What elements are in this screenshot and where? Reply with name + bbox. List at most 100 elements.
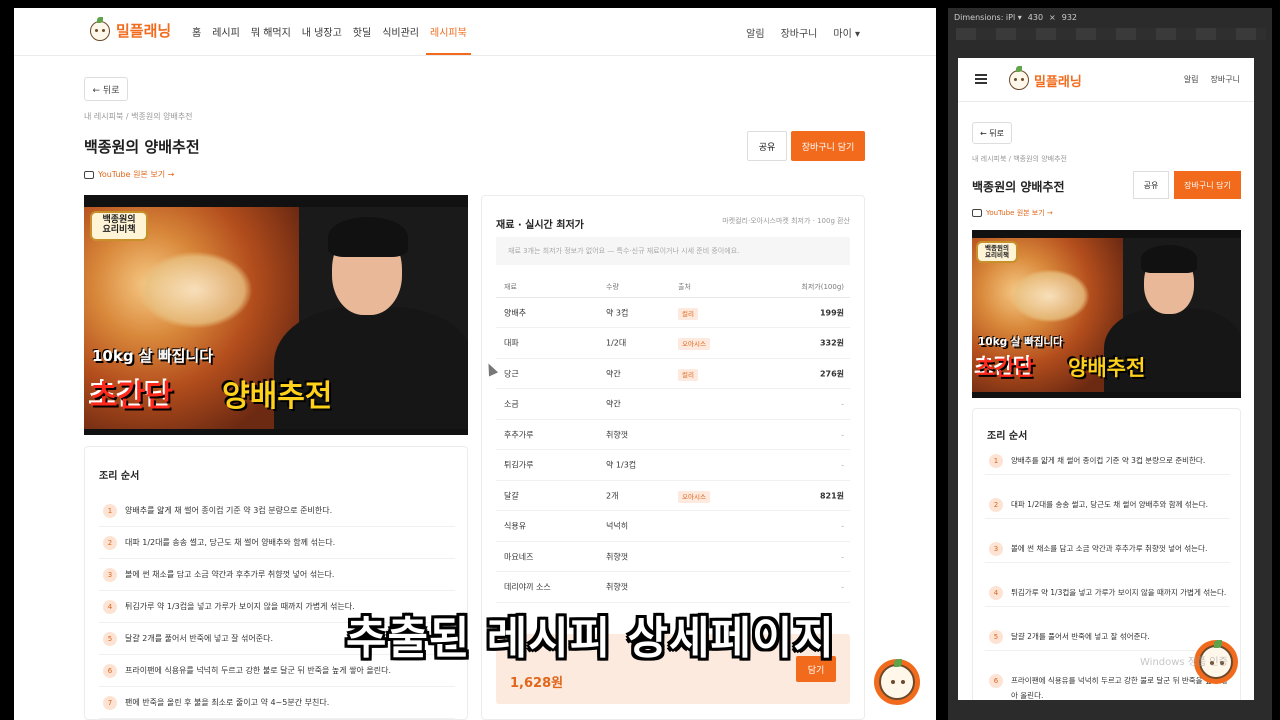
step-text: 달걀 2개를 풀어서 반죽에 넣고 잘 섞어준다. [125, 634, 274, 643]
menu-item-hot-deals[interactable]: 핫딜 [353, 24, 371, 39]
ingredient-row[interactable]: 튀김가루 약 1/3컵 - [496, 451, 850, 481]
height-field[interactable]: 932 [1062, 13, 1077, 22]
ingredient-price: - [841, 399, 844, 409]
mobile-step-text: 양배추를 얇게 채 썰어 종이컵 기준 약 3컵 분량으로 준비한다. [1011, 456, 1206, 465]
main-menu: 홈 레시피 뭐 해먹지 내 냉장고 핫딜 식비관리 레시피북 [192, 24, 471, 55]
mobile-cart-link[interactable]: 장바구니 [1211, 74, 1240, 85]
ingredient-price: - [841, 460, 844, 470]
ingredient-quantity: 취향껏 [606, 552, 629, 561]
ingredient-quantity: 약 3컵 [606, 308, 629, 317]
step-number: 1 [103, 503, 117, 518]
ingredient-row[interactable]: 소금 약간 - [496, 390, 850, 420]
step-number: 7 [103, 695, 117, 710]
mobile-share-button[interactable]: 공유 [1133, 171, 1169, 199]
tv-icon [972, 209, 982, 217]
mobile-nav-right: 알림 장바구니 [1184, 74, 1240, 85]
ingredient-price: - [841, 552, 844, 561]
ingredient-name: 후추가루 [504, 430, 534, 439]
step-number: 2 [103, 535, 117, 550]
mobile-video-thumbnail[interactable]: 백종원의 요리비책 10kg 살 빠집니다 초간단 양배추전 [972, 230, 1241, 398]
ingredient-quantity: 약간 [606, 369, 621, 378]
back-button[interactable]: ← 뒤로 [84, 77, 128, 101]
mobile-youtube-link[interactable]: YouTube 원본 보기 → [972, 208, 1053, 218]
channel-badge: 백종원의 요리비책 [90, 211, 148, 241]
my-menu-dropdown[interactable]: 마이 ▾ [833, 25, 860, 40]
ingredient-row[interactable]: 마요네즈 취향껏 - [496, 542, 850, 572]
ingredient-row[interactable]: 후추가루 취향껏 - [496, 420, 850, 450]
screen: 밀플래닝 홈 레시피 뭐 해먹지 내 냉장고 핫딜 식비관리 레시피북 알림 장… [0, 0, 1280, 720]
step-row: 1 양배추를 얇게 채 썰어 종이컵 기준 약 3컵 분량으로 준비한다. [99, 495, 455, 527]
assistant-fab[interactable] [874, 659, 920, 705]
ingredient-row[interactable]: 양배추 약 3컵 컬리 199원 [496, 298, 850, 328]
step-row: 2 대파 1/2대를 송송 썰고, 당근도 채 썰어 양배추와 함께 섞는다. [99, 527, 455, 559]
step-text: 팬에 반죽을 올린 후 불을 최소로 줄이고 약 4~5분간 부친다. [125, 698, 330, 707]
mobile-badge-line-2: 요리비책 [985, 251, 1009, 260]
mobile-step-number: 6 [989, 674, 1003, 688]
width-field[interactable]: 430 [1028, 13, 1043, 22]
top-navigation: 밀플래닝 홈 레시피 뭐 해먹지 내 냉장고 핫딜 식비관리 레시피북 알림 장… [14, 8, 936, 56]
ingredient-quantity: 넉넉히 [606, 521, 629, 531]
menu-item-what-to-eat[interactable]: 뭐 해먹지 [251, 24, 291, 39]
mobile-add-to-cart-button[interactable]: 장바구니 담기 [1174, 171, 1241, 199]
menu-item-home[interactable]: 홈 [192, 24, 201, 39]
mobile-thumbnail-headline-red: 초간단 [976, 356, 1034, 380]
thumbnail-headline-red: 초간단 [90, 379, 173, 414]
ingredient-price: 821원 [819, 491, 844, 500]
ingredient-quantity: 약간 [606, 399, 621, 409]
ingredient-row[interactable]: 대파 1/2대 오아시스 332원 [496, 329, 850, 359]
mobile-brand-logo[interactable]: 밀플래닝 [1009, 66, 1082, 90]
onion-mascot-icon [1009, 66, 1029, 90]
ingredient-row[interactable]: 달걀 2개 오아시스 821원 [496, 481, 850, 511]
menu-item-recipe-book[interactable]: 레시피북 [426, 24, 471, 55]
mobile-notifications-link[interactable]: 알림 [1184, 74, 1199, 85]
notifications-link[interactable]: 알림 [746, 25, 764, 40]
source-tag: 오아시스 [678, 490, 710, 503]
ingredient-row[interactable]: 식용유 넉넉히 - [496, 512, 850, 542]
mobile-back-button[interactable]: ← 뒤로 [972, 122, 1012, 144]
tv-icon [84, 170, 94, 179]
hamburger-menu-icon[interactable] [975, 74, 987, 84]
step-text: 볼에 썬 채소를 담고 소금 약간과 후추가루 취향껏 넣어 섞는다. [125, 570, 335, 579]
cart-link[interactable]: 장바구니 [781, 25, 818, 40]
mobile-step-text: 프라이팬에 식용유를 넉넉히 두르고 강한 불로 달군 뒤 반죽을 높게 쌓아 … [1011, 676, 1229, 700]
food-highlight [137, 251, 253, 330]
source-tag-label: 컬리 [678, 368, 698, 381]
ingredient-name: 양배추 [504, 308, 527, 317]
video-thumbnail[interactable]: 백종원의 요리비책 10kg 살 빠집니다 초간단 양배추전 [84, 195, 468, 435]
ingredient-name: 튀김가루 [504, 460, 534, 470]
step-row: 3 볼에 썬 채소를 담고 소금 약간과 후추가루 취향껏 넣어 섞는다. [99, 559, 455, 591]
windows-watermark: Windows 정품 인증 [1140, 657, 1228, 668]
ingredient-quantity: 취향껏 [606, 430, 629, 439]
source-tag: 오아시스 [678, 338, 710, 350]
mobile-chef-hair [1141, 245, 1197, 273]
mobile-step-number: 5 [989, 630, 1003, 644]
mobile-steps-title: 조리 순서 [987, 431, 1028, 442]
ingredients-title: 재료 · 실시간 최저가 [496, 220, 584, 231]
source-tag-label: 오아시스 [678, 338, 710, 350]
ingredient-price: - [841, 430, 844, 439]
ingredient-quantity: 약 1/3컵 [606, 460, 637, 470]
ingredient-row[interactable]: 데리야끼 소스 취향껏 - [496, 573, 850, 603]
ingredient-price: 199원 [819, 308, 844, 317]
mascot-icon [879, 659, 915, 700]
mobile-step-text: 달걀 2개를 풀어서 반죽에 넣고 잘 섞어준다. [1011, 632, 1150, 641]
thumbnail-headline-yellow: 양배추전 [222, 379, 333, 414]
col-ingredient: 재료 [504, 282, 517, 291]
ingredient-quantity: 취향껏 [606, 582, 629, 592]
brand-logo[interactable]: 밀플래닝 [90, 16, 172, 41]
add-to-cart-button[interactable]: 장바구니 담기 [791, 131, 865, 161]
ingredient-name: 데리야끼 소스 [504, 582, 551, 592]
step-text: 프라이팬에 식용유를 넉넉히 두르고 강한 불로 달군 뒤 반죽을 높게 쌓아 … [125, 666, 392, 675]
brand-name: 밀플래닝 [116, 22, 172, 40]
menu-item-my-fridge[interactable]: 내 냉장고 [302, 24, 342, 39]
device-select[interactable]: Dimensions: iPl ▾ [954, 13, 1022, 22]
nav-right: 알림 장바구니 마이 ▾ [746, 25, 860, 40]
menu-item-food-budget[interactable]: 식비관리 [382, 24, 419, 39]
youtube-link[interactable]: YouTube 원본 보기 → [84, 169, 174, 180]
mobile-channel-badge: 백종원의 요리비책 [976, 241, 1018, 263]
ingredient-row[interactable]: 당근 약간 컬리 276원 [496, 359, 850, 389]
share-button[interactable]: 공유 [747, 131, 787, 161]
source-tag-label: 오아시스 [678, 490, 710, 503]
menu-item-recipes[interactable]: 레시피 [212, 24, 240, 39]
badge-line-1: 백종원의 [102, 215, 136, 225]
